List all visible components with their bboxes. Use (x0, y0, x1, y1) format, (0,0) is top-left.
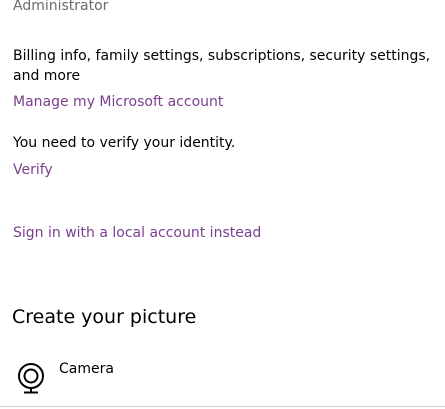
camera-icon (16, 361, 48, 395)
sign-in-local-account-link[interactable]: Sign in with a local account instead (13, 225, 261, 241)
account-description: Billing info, family settings, subscript… (13, 48, 431, 84)
divider (0, 406, 445, 407)
manage-microsoft-account-link[interactable]: Manage my Microsoft account (13, 94, 223, 110)
create-picture-heading: Create your picture (12, 306, 197, 328)
verify-link[interactable]: Verify (13, 162, 53, 178)
account-role: Administrator (13, 0, 109, 14)
camera-label: Camera (59, 361, 114, 377)
camera-option[interactable]: Camera (12, 357, 232, 397)
verify-identity-message: You need to verify your identity. (13, 135, 236, 151)
